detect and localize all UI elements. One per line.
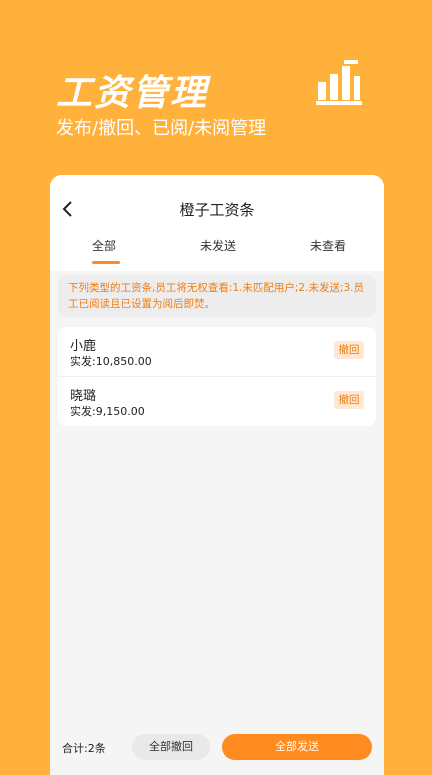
tab-bar: 全部 未发送 未查看 bbox=[50, 231, 384, 271]
notice-banner: 下列类型的工资条,员工将无权查看:1.未匹配用户;2.未发送;3.员工已阅读且已… bbox=[58, 275, 376, 317]
revoke-all-button[interactable]: 全部撤回 bbox=[132, 734, 210, 760]
payroll-list: 小鹿 实发:10,850.00 撤回 晓璐 实发:9,150.00 撤回 bbox=[58, 327, 376, 426]
send-all-button[interactable]: 全部发送 bbox=[222, 734, 372, 760]
hero-subtitle: 发布/撤回、已阅/未阅管理 bbox=[56, 118, 267, 139]
revoke-button[interactable]: 撤回 bbox=[334, 391, 364, 409]
tab-all[interactable]: 全部 bbox=[92, 237, 116, 254]
list-item[interactable]: 小鹿 实发:10,850.00 撤回 bbox=[58, 327, 376, 377]
revoke-button[interactable]: 撤回 bbox=[334, 341, 364, 359]
bar-chart-icon bbox=[316, 60, 362, 105]
page-title: 橙子工资条 bbox=[179, 201, 255, 219]
employee-name: 小鹿 bbox=[70, 339, 97, 354]
hero-title: 工资管理 bbox=[56, 73, 209, 114]
payroll-card: 橙子工资条 全部 未发送 未查看 下列类型的工资条,员工将无权查看:1.未匹配用… bbox=[50, 175, 384, 775]
active-tab-indicator bbox=[92, 261, 120, 264]
tab-unviewed[interactable]: 未查看 bbox=[310, 237, 346, 254]
total-count: 合计:2条 bbox=[62, 742, 106, 755]
employee-name: 晓璐 bbox=[70, 389, 97, 404]
net-pay: 实发:9,150.00 bbox=[70, 405, 145, 418]
tab-unsent[interactable]: 未发送 bbox=[200, 237, 236, 254]
net-pay: 实发:10,850.00 bbox=[70, 355, 152, 368]
list-item[interactable]: 晓璐 实发:9,150.00 撤回 bbox=[58, 377, 376, 426]
